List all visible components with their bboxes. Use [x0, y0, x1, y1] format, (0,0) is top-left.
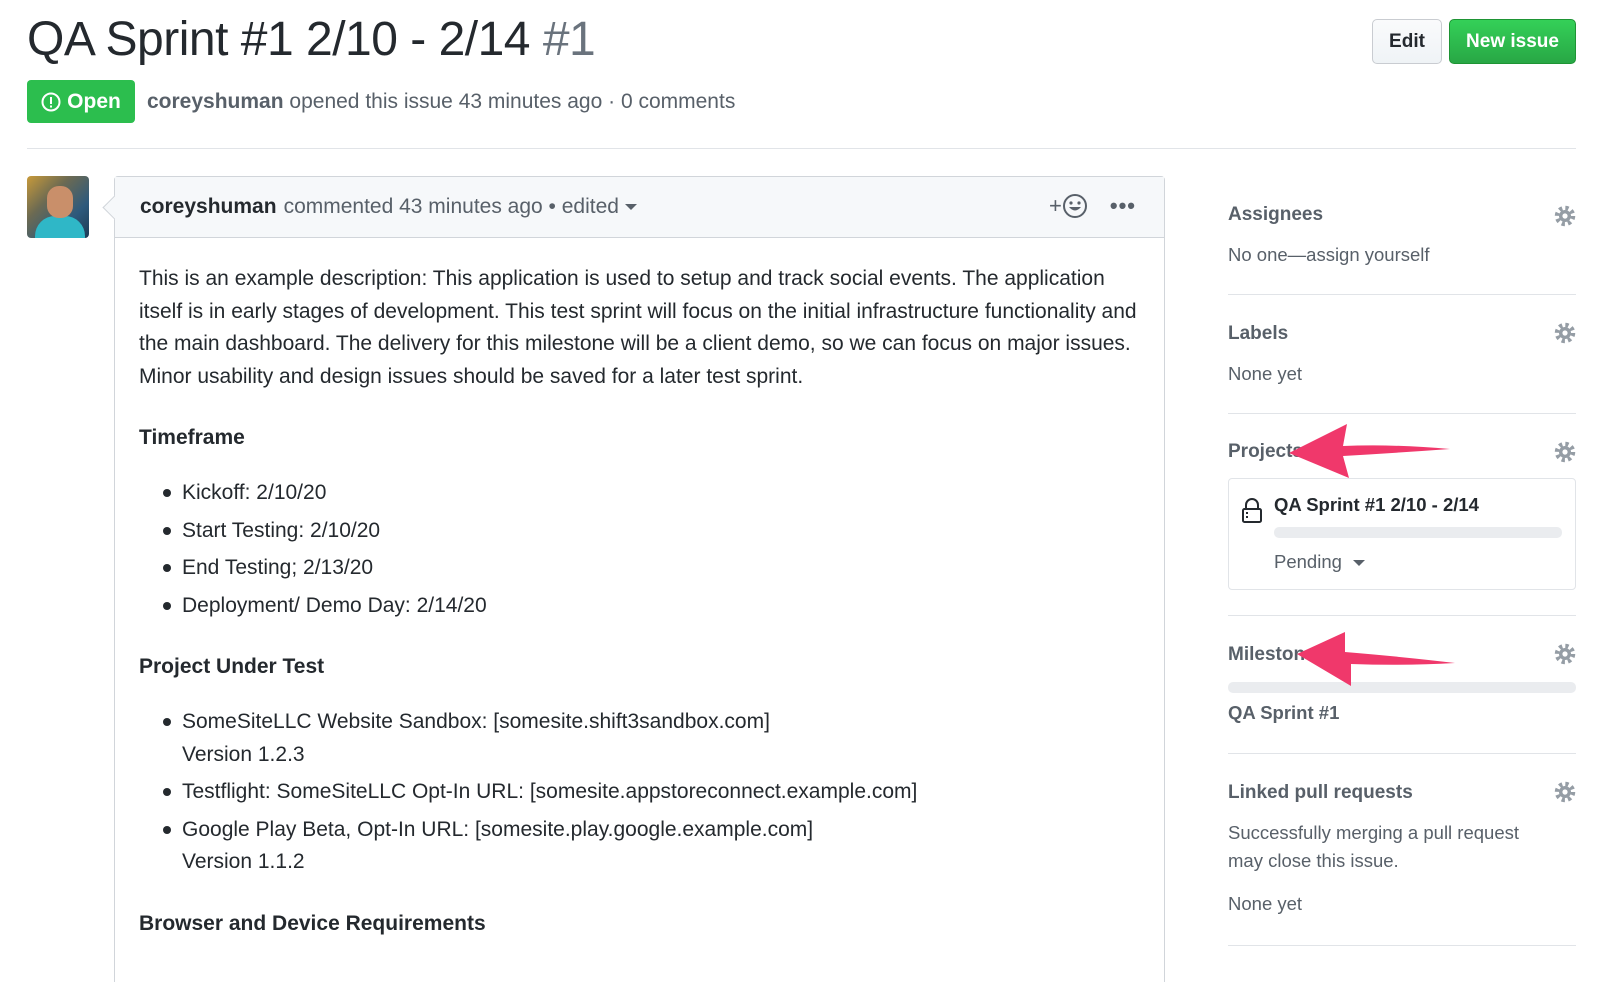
project-status-dropdown[interactable]: Pending: [1274, 551, 1366, 573]
smiley-icon: [1062, 194, 1087, 218]
linked-prs-value: None yet: [1228, 893, 1303, 914]
timeframe-list: Kickoff: 2/10/20 Start Testing: 2/10/20 …: [139, 477, 1140, 622]
list-item-text: Testflight: SomeSiteLLC Opt-In URL: [som…: [182, 780, 918, 803]
list-item-version: Version 1.1.2: [182, 850, 305, 873]
status-label: Open: [67, 89, 121, 113]
comment-box: coreyshuman commented 43 minutes ago • e…: [114, 176, 1165, 982]
gear-icon[interactable]: [1554, 643, 1576, 665]
avatar-face: [47, 186, 73, 218]
project-status-label: Pending: [1274, 551, 1342, 572]
linked-prs-help-line1: Successfully merging a pull request: [1228, 822, 1520, 843]
issue-title: QA Sprint #1 2/10 - 2/14 #1: [27, 12, 596, 67]
comment-actions: + •••: [1049, 193, 1136, 219]
new-issue-button[interactable]: New issue: [1449, 19, 1576, 64]
project-list: SomeSiteLLC Website Sandbox: [somesite.s…: [139, 706, 1140, 879]
list-item: Start Testing: 2/10/20: [139, 515, 1140, 548]
linked-prs-help-line2: may close this issue.: [1228, 850, 1399, 871]
comment-header: coreyshuman commented 43 minutes ago • e…: [115, 177, 1164, 238]
list-item-text: SomeSiteLLC Website Sandbox: [somesite.s…: [182, 710, 770, 733]
milestone-link[interactable]: QA Sprint #1: [1228, 702, 1339, 724]
labels-value: None yet: [1228, 363, 1303, 384]
project-progress-bar: [1274, 527, 1562, 538]
issue-author-link[interactable]: coreyshuman: [147, 90, 284, 113]
annotation-arrow-milestone: [1297, 632, 1455, 686]
issue-number: #1: [542, 13, 596, 66]
description-paragraph: This is an example description: This app…: [139, 267, 1137, 388]
linked-prs-section: Linked pull requests Successfully mergin…: [1228, 754, 1576, 946]
lock-icon: [1242, 498, 1262, 523]
timeframe-heading: Timeframe: [139, 426, 245, 449]
issue-meta-text: opened this issue 43 minutes ago · 0 com…: [289, 90, 736, 113]
assign-yourself-link[interactable]: No one—assign yourself: [1228, 244, 1430, 266]
list-item: SomeSiteLLC Website Sandbox: [somesite.s…: [139, 706, 1140, 771]
status-badge: Open: [27, 80, 135, 123]
gear-icon[interactable]: [1554, 322, 1576, 344]
gear-icon[interactable]: [1554, 781, 1576, 803]
add-reaction-button[interactable]: +: [1049, 193, 1088, 219]
browser-heading: Browser and Device Requirements: [139, 911, 486, 935]
assignees-heading[interactable]: Assignees: [1228, 204, 1323, 226]
kebab-horizontal-icon[interactable]: •••: [1110, 195, 1136, 217]
annotation-arrow-projects: [1289, 424, 1450, 478]
labels-section: Labels None yet: [1228, 295, 1576, 414]
avatar[interactable]: [27, 176, 89, 238]
labels-heading[interactable]: Labels: [1228, 323, 1288, 345]
list-item-text: Google Play Beta, Opt-In URL: [somesite.…: [182, 817, 814, 841]
comment-meta[interactable]: commented 43 minutes ago • edited: [284, 195, 619, 219]
issue-opened-icon: [41, 92, 61, 111]
gear-icon[interactable]: [1554, 205, 1576, 227]
project-heading: Project Under Test: [139, 655, 325, 678]
assignees-section: Assignees No one—assign yourself: [1228, 176, 1576, 295]
edit-button[interactable]: Edit: [1372, 19, 1442, 64]
avatar-shirt: [35, 216, 85, 238]
plus-icon: +: [1049, 193, 1062, 218]
issue-meta: coreyshuman opened this issue 43 minutes…: [147, 90, 735, 114]
header-divider: [27, 148, 1576, 149]
project-card-title[interactable]: QA Sprint #1 2/10 - 2/14: [1274, 494, 1479, 516]
chevron-down-icon[interactable]: [624, 204, 637, 210]
list-item: Testflight: SomeSiteLLC Opt-In URL: [som…: [139, 776, 1140, 809]
list-item-version: Version 1.2.3: [182, 742, 305, 766]
gear-icon[interactable]: [1554, 441, 1576, 463]
list-item: Google Play Beta, Opt-In URL: [somesite.…: [139, 814, 1140, 879]
list-item: Kickoff: 2/10/20: [139, 477, 1140, 510]
project-card[interactable]: QA Sprint #1 2/10 - 2/14 Pending: [1228, 478, 1576, 590]
list-item: Deployment/ Demo Day: 2/14/20: [139, 590, 1140, 623]
comment-author-link[interactable]: coreyshuman: [140, 195, 277, 219]
linked-prs-heading[interactable]: Linked pull requests: [1228, 782, 1413, 804]
issue-title-text: QA Sprint #1 2/10 - 2/14: [27, 13, 531, 66]
list-item: End Testing; 2/13/20: [139, 552, 1140, 585]
comment-body: This is an example description: This app…: [115, 238, 1164, 939]
chevron-down-icon: [1353, 560, 1366, 567]
